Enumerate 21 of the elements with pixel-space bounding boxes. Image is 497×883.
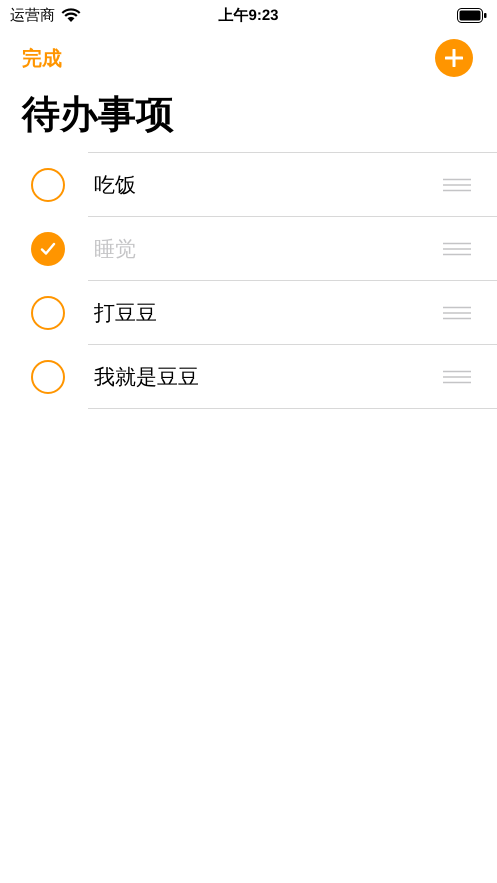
drag-handle-icon[interactable] xyxy=(443,178,471,192)
page-title: 待办事项 xyxy=(22,93,174,138)
checkbox[interactable] xyxy=(31,360,65,394)
battery-icon xyxy=(457,8,487,22)
todo-text: 睡觉 xyxy=(94,236,136,262)
plus-icon xyxy=(445,49,463,67)
clock-time: 上午9:23 xyxy=(218,6,279,24)
wifi-icon xyxy=(61,8,81,22)
carrier-name: 运营商 xyxy=(10,6,55,24)
checkbox[interactable] xyxy=(31,168,65,202)
checkbox[interactable] xyxy=(31,296,65,330)
todo-text: 我就是豆豆 xyxy=(94,364,199,390)
checkmark-icon xyxy=(40,242,56,256)
todo-text: 打豆豆 xyxy=(94,300,157,326)
todo-text: 吃饭 xyxy=(94,172,136,198)
done-button[interactable]: 完成 xyxy=(22,44,62,72)
add-button[interactable] xyxy=(435,39,473,77)
drag-handle-icon[interactable] xyxy=(443,306,471,320)
checkbox[interactable] xyxy=(31,232,65,266)
drag-handle-icon[interactable] xyxy=(443,370,471,384)
drag-handle-icon[interactable] xyxy=(443,242,471,256)
